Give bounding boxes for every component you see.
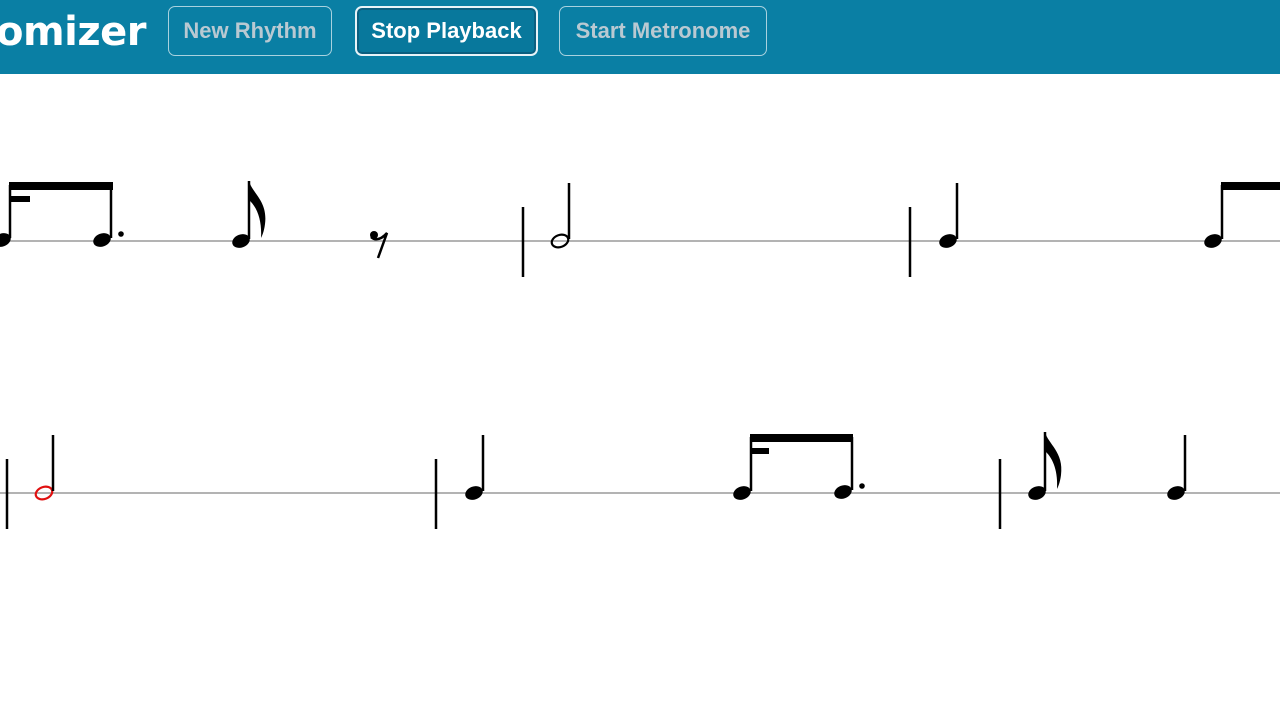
note-flag (249, 181, 266, 238)
stop-playback-button[interactable]: Stop Playback (355, 6, 538, 56)
half-note (550, 183, 571, 249)
new-rhythm-button[interactable]: New Rhythm (168, 6, 332, 56)
note-head (1167, 486, 1185, 500)
eighth-note (232, 181, 266, 248)
start-metronome-button[interactable]: Start Metronome (559, 6, 767, 56)
note-beam (750, 434, 853, 442)
staff-row-1 (0, 181, 1280, 277)
note-beam (9, 182, 113, 190)
app-header: omizer New Rhythm Stop Playback Start Me… (0, 0, 1280, 74)
staff-row-2 (0, 432, 1280, 529)
eighth-note (1028, 432, 1062, 500)
note-head (93, 233, 111, 247)
current-half-note (34, 435, 55, 501)
eighth-rest (370, 231, 389, 259)
beamed-note-group (1204, 182, 1280, 248)
note-head (465, 486, 483, 500)
note-head (939, 234, 957, 248)
note-head (733, 486, 751, 500)
quarter-note (465, 435, 485, 500)
beamed-note-group (733, 434, 865, 500)
note-beam (1221, 182, 1280, 190)
score-svg (0, 181, 1280, 529)
sixteenth-beam (751, 448, 769, 454)
beamed-note-group (0, 182, 124, 247)
note-dot (118, 231, 124, 237)
note-dot (859, 483, 865, 489)
rhythm-score (0, 74, 1280, 720)
sixteenth-beam (10, 196, 30, 202)
quarter-note (1167, 435, 1187, 500)
quarter-note (939, 183, 959, 248)
note-head (1204, 234, 1222, 248)
app-title: omizer (0, 9, 147, 55)
note-head (834, 485, 852, 499)
note-flag (1045, 432, 1062, 489)
